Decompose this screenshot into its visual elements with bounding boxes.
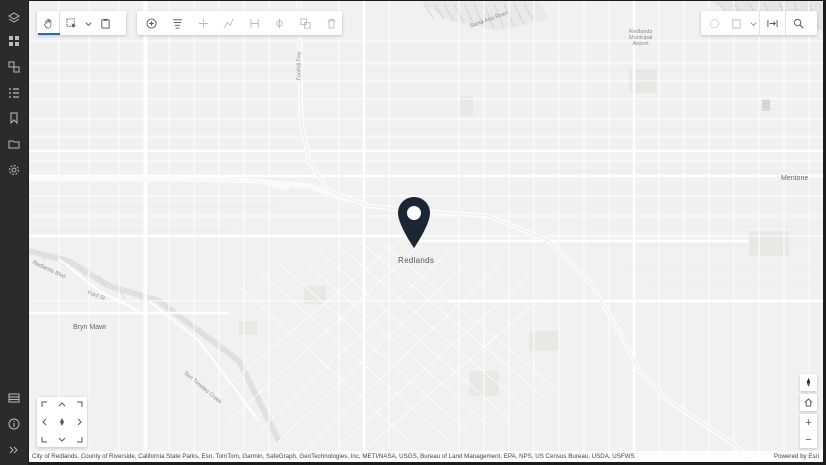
- label-airport: Redlands Municipal Airport: [629, 29, 653, 47]
- copy-features-icon[interactable]: [295, 11, 317, 35]
- select-icon[interactable]: [60, 11, 82, 35]
- add-point-icon[interactable]: [141, 11, 163, 35]
- park-areas: [239, 69, 789, 396]
- downtown-grid: [208, 240, 560, 447]
- clipboard-icon[interactable]: [94, 11, 116, 35]
- selection-toolbar: [37, 11, 126, 35]
- pan-down-left-icon[interactable]: [39, 433, 51, 445]
- dropdown-chevron-icon[interactable]: [747, 11, 759, 35]
- list-icon[interactable]: [4, 83, 24, 103]
- left-sidebar: [0, 0, 28, 465]
- pan-left-icon[interactable]: [39, 416, 51, 428]
- bookmark-icon[interactable]: [4, 108, 24, 128]
- info-icon[interactable]: [4, 414, 24, 434]
- pan-up-icon[interactable]: [56, 399, 68, 411]
- attribution-bar: City of Redlands, County of Riverside, C…: [29, 451, 823, 462]
- pan-right-icon[interactable]: [73, 416, 85, 428]
- search-icon[interactable]: [786, 11, 811, 35]
- basemap-grid-icon[interactable]: [4, 31, 24, 51]
- attribution-text: City of Redlands, County of Riverside, C…: [32, 453, 635, 460]
- layers-icon[interactable]: [4, 8, 24, 28]
- label-redlands: Redlands: [398, 256, 435, 265]
- pan-up-left-icon[interactable]: [39, 399, 51, 411]
- expand-icon[interactable]: [4, 440, 24, 460]
- pan-hand-icon[interactable]: [37, 11, 60, 35]
- pan-up-right-icon[interactable]: [73, 399, 85, 411]
- parcels: [29, 50, 823, 287]
- dropdown-chevron-icon[interactable]: [82, 11, 94, 35]
- merge-icon[interactable]: [269, 11, 291, 35]
- print-icon[interactable]: [703, 11, 725, 35]
- split-icon[interactable]: [244, 11, 266, 35]
- measure-icon[interactable]: [760, 11, 785, 35]
- compass-icon[interactable]: [800, 374, 817, 391]
- zoom-out-button[interactable]: −: [800, 431, 817, 448]
- navigation-pad: [37, 397, 87, 447]
- clipboard-icon[interactable]: [725, 11, 747, 35]
- label-mentone: Mentone: [781, 175, 809, 182]
- home-icon[interactable]: [800, 394, 817, 411]
- edit-toolbar: [137, 11, 342, 35]
- settings-icon[interactable]: [4, 160, 24, 180]
- move-icon[interactable]: [192, 11, 214, 35]
- utility-toolbar: [701, 11, 817, 35]
- powered-by-esri-link[interactable]: Powered by Esri: [774, 451, 819, 462]
- attributes-icon[interactable]: [167, 11, 189, 35]
- label-bryn-mawr: Bryn Mawr: [73, 324, 107, 331]
- compass-north-icon[interactable]: [56, 416, 68, 428]
- table-icon[interactable]: [4, 388, 24, 408]
- analysis-icon[interactable]: [4, 57, 24, 77]
- reshape-icon[interactable]: [218, 11, 240, 35]
- folder-icon[interactable]: [4, 134, 24, 154]
- location-pin-icon[interactable]: [397, 196, 431, 250]
- delete-icon[interactable]: [320, 11, 342, 35]
- pan-down-icon[interactable]: [56, 433, 68, 445]
- zoom-in-button[interactable]: +: [800, 414, 817, 431]
- map-view[interactable]: Redlands Mentone Bryn Mawr Redlands Muni…: [28, 0, 824, 463]
- pan-down-right-icon[interactable]: [73, 433, 85, 445]
- label-foothill-fwy: Foothill Fwy: [296, 51, 303, 81]
